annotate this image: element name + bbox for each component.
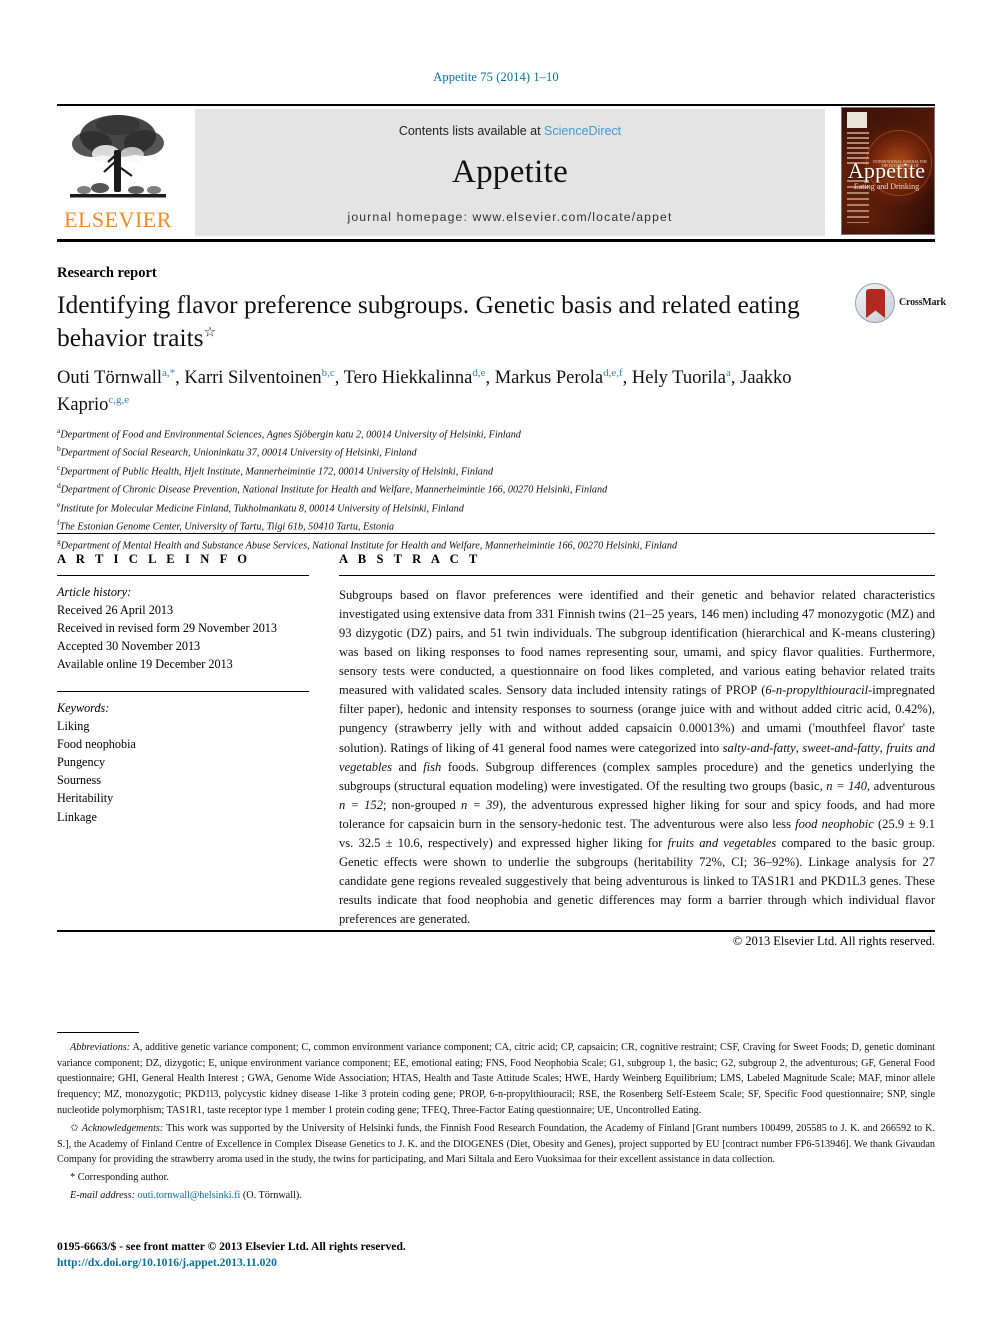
page-title: Identifying flavor preference subgroups.… [57, 288, 827, 354]
cover-elsevier-mark [847, 112, 867, 128]
footnote-rule [57, 1032, 139, 1033]
author-name: Outi Törnwall [57, 368, 162, 388]
corresponding-text: Corresponding author. [77, 1172, 169, 1184]
email-link[interactable]: outi.tornwall@helsinki.fi [138, 1190, 241, 1201]
keyword-item[interactable]: Liking [57, 717, 309, 735]
article-type: Research report [57, 265, 157, 281]
keyword-item[interactable]: Heritability [57, 789, 309, 807]
abstract-paragraph: Subgroups based on flavor preferences we… [339, 588, 936, 927]
abstract-heading: A B S T R A C T [339, 552, 481, 566]
affiliation-text: Institute for Molecular Medicine Finland… [60, 503, 464, 515]
affiliation-item: cDepartment of Public Health, Hjelt Inst… [57, 462, 937, 480]
keywords-divider [57, 691, 309, 693]
sciencedirect-link[interactable]: ScienceDirect [544, 124, 621, 138]
affiliation-text: Department of Food and Environmental Sci… [60, 429, 521, 441]
abbreviations-note: Abbreviations: A, additive genetic varia… [57, 1040, 935, 1119]
running-head: Appetite 75 (2014) 1–10 [433, 70, 559, 84]
author-affiliation-marker[interactable]: a,* [162, 367, 175, 379]
keywords-block: Keywords: Liking Food neophobia Pungency So… [57, 699, 309, 825]
email-label: E-mail address: [70, 1190, 135, 1202]
author-name: Tero Hiekkalinna [343, 368, 473, 388]
issn-line: 0195-6663/$ - see front matter © 2013 El… [57, 1240, 406, 1253]
author-list: Outi Törnwalla,*, Karri Silventoinenb,c,… [57, 366, 792, 415]
journal-title: Appetite [451, 154, 569, 190]
author-affiliation-marker[interactable]: b,c [322, 367, 335, 379]
title-footnote-marker[interactable]: ☆ [204, 326, 217, 341]
article-history-item: Received 26 April 2013 [57, 603, 174, 618]
affiliation-text: Department of Public Health, Hjelt Insti… [60, 466, 494, 478]
article-history-label: Article history: [57, 585, 132, 599]
doi-link[interactable]: http://dx.doi.org/10.1016/j.appet.2013.1… [57, 1254, 277, 1271]
author-affiliation-marker[interactable]: d,e,f [603, 367, 623, 379]
article-history-item: Available online 19 December 2013 [57, 657, 233, 672]
corresponding-author-note: * Corresponding author. [57, 1170, 935, 1186]
abbreviations-label: Abbreviations: [70, 1042, 131, 1053]
keyword-items: Liking Food neophobia Pungency Sourness Heri… [57, 717, 309, 825]
abstract-bottom-divider [57, 930, 935, 932]
acknowledgements-label: Acknowledgements: [81, 1122, 164, 1134]
contents-available-text: Contents lists available at [398, 124, 545, 138]
journal-masthead: ELSEVIER Contents lists available at Sci… [57, 104, 935, 242]
cover-subtitle: Eating and Drinking [853, 182, 920, 191]
elsevier-tree-icon [70, 115, 166, 198]
author-name: Karri Silventoinen [184, 368, 322, 388]
crossmark-shield-icon [855, 283, 895, 323]
affiliation-item: dDepartment of Chronic Disease Preventio… [57, 480, 937, 498]
acknowledgements-note: ✩ Acknowledgements: This work was suppor… [57, 1121, 935, 1169]
journal-cover-image: INTERNATIONAL JOURNAL FOR THE PSYCHOLOGY… [841, 107, 935, 235]
affiliation-text: Department of Social Research, Unioninka… [60, 447, 417, 459]
keyword-item[interactable]: Pungency [57, 753, 309, 771]
article-info-divider [57, 575, 309, 576]
crossmark-badge[interactable]: CrossMark [855, 283, 946, 325]
keywords-label: Keywords: [57, 701, 110, 716]
article-history-block: Article history: Received 26 April 2013 R… [57, 583, 309, 673]
acknowledgements-marker: ✩ [70, 1122, 79, 1134]
cover-title: Appetite [847, 158, 926, 183]
elsevier-logo: ELSEVIER [57, 110, 179, 236]
journal-homepage-link[interactable]: journal homepage: www.elsevier.com/locat… [195, 210, 825, 224]
article-info-heading: A R T I C L E I N F O [57, 552, 251, 566]
abstract-divider [339, 575, 935, 576]
author-name: Markus Perola [494, 368, 604, 388]
journal-article-page: Appetite 75 (2014) 1–10 ELSEVIER Content… [0, 0, 992, 1323]
affiliation-list: aDepartment of Food and Environmental Sc… [57, 425, 937, 554]
article-info-column: A R T I C L E I N F O Article history: R… [57, 552, 309, 826]
affiliation-text: The Estonian Genome Center, University o… [59, 521, 395, 533]
corresponding-marker: * [70, 1172, 76, 1184]
abstract-column: A B S T R A C T Subgroups based on flavo… [339, 552, 935, 949]
abbreviations-text: A, additive genetic variance component; … [57, 1042, 935, 1116]
keyword-item[interactable]: Food neophobia [57, 735, 309, 753]
journal-banner: Contents lists available at ScienceDirec… [195, 109, 825, 236]
elsevier-wordmark: ELSEVIER [64, 207, 172, 232]
author-name: Hely Tuorila [631, 368, 726, 388]
article-title-text: Identifying flavor preference subgroups.… [57, 290, 800, 353]
contents-available-line: Contents lists available at ScienceDirec… [195, 124, 825, 138]
email-note: E-mail address: outi.tornwall@helsinki.f… [70, 1188, 935, 1204]
keyword-item[interactable]: Linkage [57, 808, 309, 826]
affiliation-item: bDepartment of Social Research, Unionink… [57, 443, 937, 461]
info-top-divider [57, 533, 935, 534]
author-affiliation-marker[interactable]: c,g,e [108, 394, 129, 406]
crossmark-label: CrossMark [899, 297, 946, 308]
affiliation-item: aDepartment of Food and Environmental Sc… [57, 425, 937, 443]
author-affiliation-marker[interactable]: a [726, 367, 731, 379]
article-history-item: Received in revised form 29 November 201… [57, 621, 277, 636]
affiliation-text: Department of Mental Health and Substanc… [60, 539, 678, 551]
author-affiliation-marker[interactable]: d,e [472, 367, 485, 379]
email-suffix: (O. Törnwall). [240, 1190, 302, 1202]
article-history-items: Received 26 April 2013 Received in revise… [57, 601, 309, 673]
acknowledgements-text: This work was supported by the Universit… [57, 1122, 935, 1166]
footnote-block: Abbreviations: A, additive genetic varia… [57, 1040, 935, 1206]
abstract-copyright: © 2013 Elsevier Ltd. All rights reserved… [732, 934, 935, 949]
affiliation-text: Department of Chronic Disease Prevention… [60, 484, 608, 496]
abstract-text: Subgroups based on flavor preferences we… [339, 586, 935, 929]
article-history-item: Accepted 30 November 2013 [57, 639, 201, 654]
affiliation-item: eInstitute for Molecular Medicine Finlan… [57, 499, 937, 517]
keyword-item[interactable]: Sourness [57, 771, 309, 789]
